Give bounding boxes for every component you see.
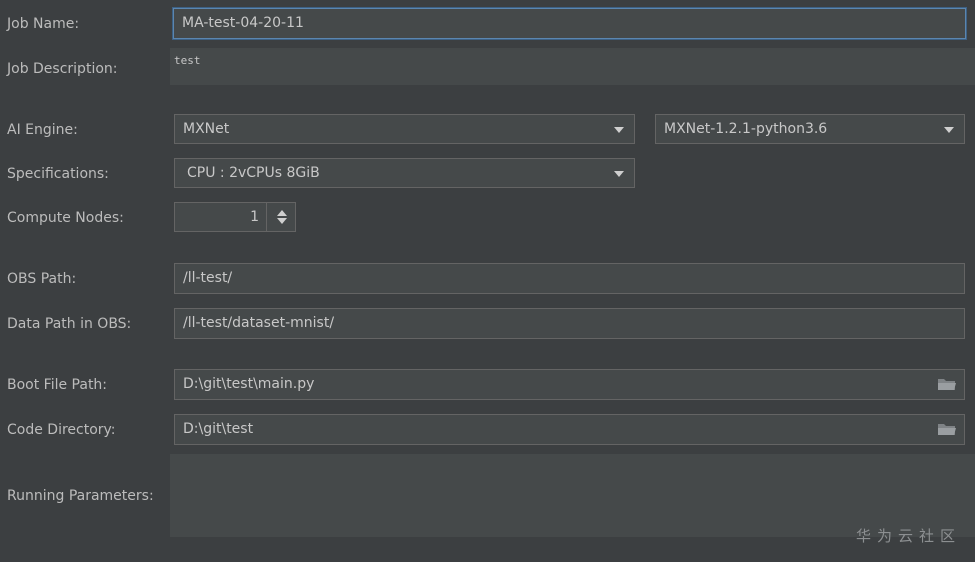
job-description-label: Job Description:	[7, 61, 118, 77]
spinner-up-icon[interactable]	[277, 210, 287, 216]
compute-nodes-value: 1	[250, 209, 259, 225]
spinner-down-icon[interactable]	[277, 218, 287, 224]
ai-engine-select[interactable]: MXNet	[174, 114, 635, 144]
data-path-label: Data Path in OBS:	[7, 316, 132, 332]
job-description-textarea[interactable]: test	[170, 48, 975, 85]
compute-nodes-label: Compute Nodes:	[7, 210, 124, 226]
folder-icon[interactable]	[937, 376, 957, 392]
ai-engine-label: AI Engine:	[7, 122, 78, 138]
running-parameters-label: Running Parameters:	[7, 488, 154, 504]
obs-path-label: OBS Path:	[7, 271, 77, 287]
job-name-input[interactable]: MA-test-04-20-11	[173, 8, 966, 39]
watermark-text: 华为云社区	[855, 527, 961, 545]
specifications-select[interactable]: CPU : 2vCPUs 8GiB	[174, 158, 635, 188]
boot-file-label: Boot File Path:	[7, 377, 108, 393]
compute-nodes-spinner[interactable]: 1	[174, 202, 296, 232]
chevron-down-icon	[614, 127, 624, 133]
code-directory-input[interactable]: D:\git\test	[174, 414, 965, 445]
job-name-label: Job Name:	[7, 16, 80, 32]
code-directory-value: D:\git\test	[183, 421, 254, 437]
ai-engine-value: MXNet	[183, 121, 230, 137]
engine-version-value: MXNet-1.2.1-python3.6	[664, 121, 828, 137]
code-directory-label: Code Directory:	[7, 422, 116, 438]
specifications-value: CPU : 2vCPUs 8GiB	[187, 165, 320, 181]
obs-path-input[interactable]: /ll-test/	[174, 263, 965, 294]
chevron-down-icon	[614, 171, 624, 177]
specifications-label: Specifications:	[7, 166, 109, 182]
chevron-down-icon	[944, 127, 954, 133]
data-path-input[interactable]: /ll-test/dataset-mnist/	[174, 308, 965, 339]
folder-icon[interactable]	[937, 421, 957, 437]
boot-file-value: D:\git\test\main.py	[183, 376, 315, 392]
engine-version-select[interactable]: MXNet-1.2.1-python3.6	[655, 114, 965, 144]
boot-file-input[interactable]: D:\git\test\main.py	[174, 369, 965, 400]
running-parameters-textarea[interactable]	[170, 454, 975, 537]
